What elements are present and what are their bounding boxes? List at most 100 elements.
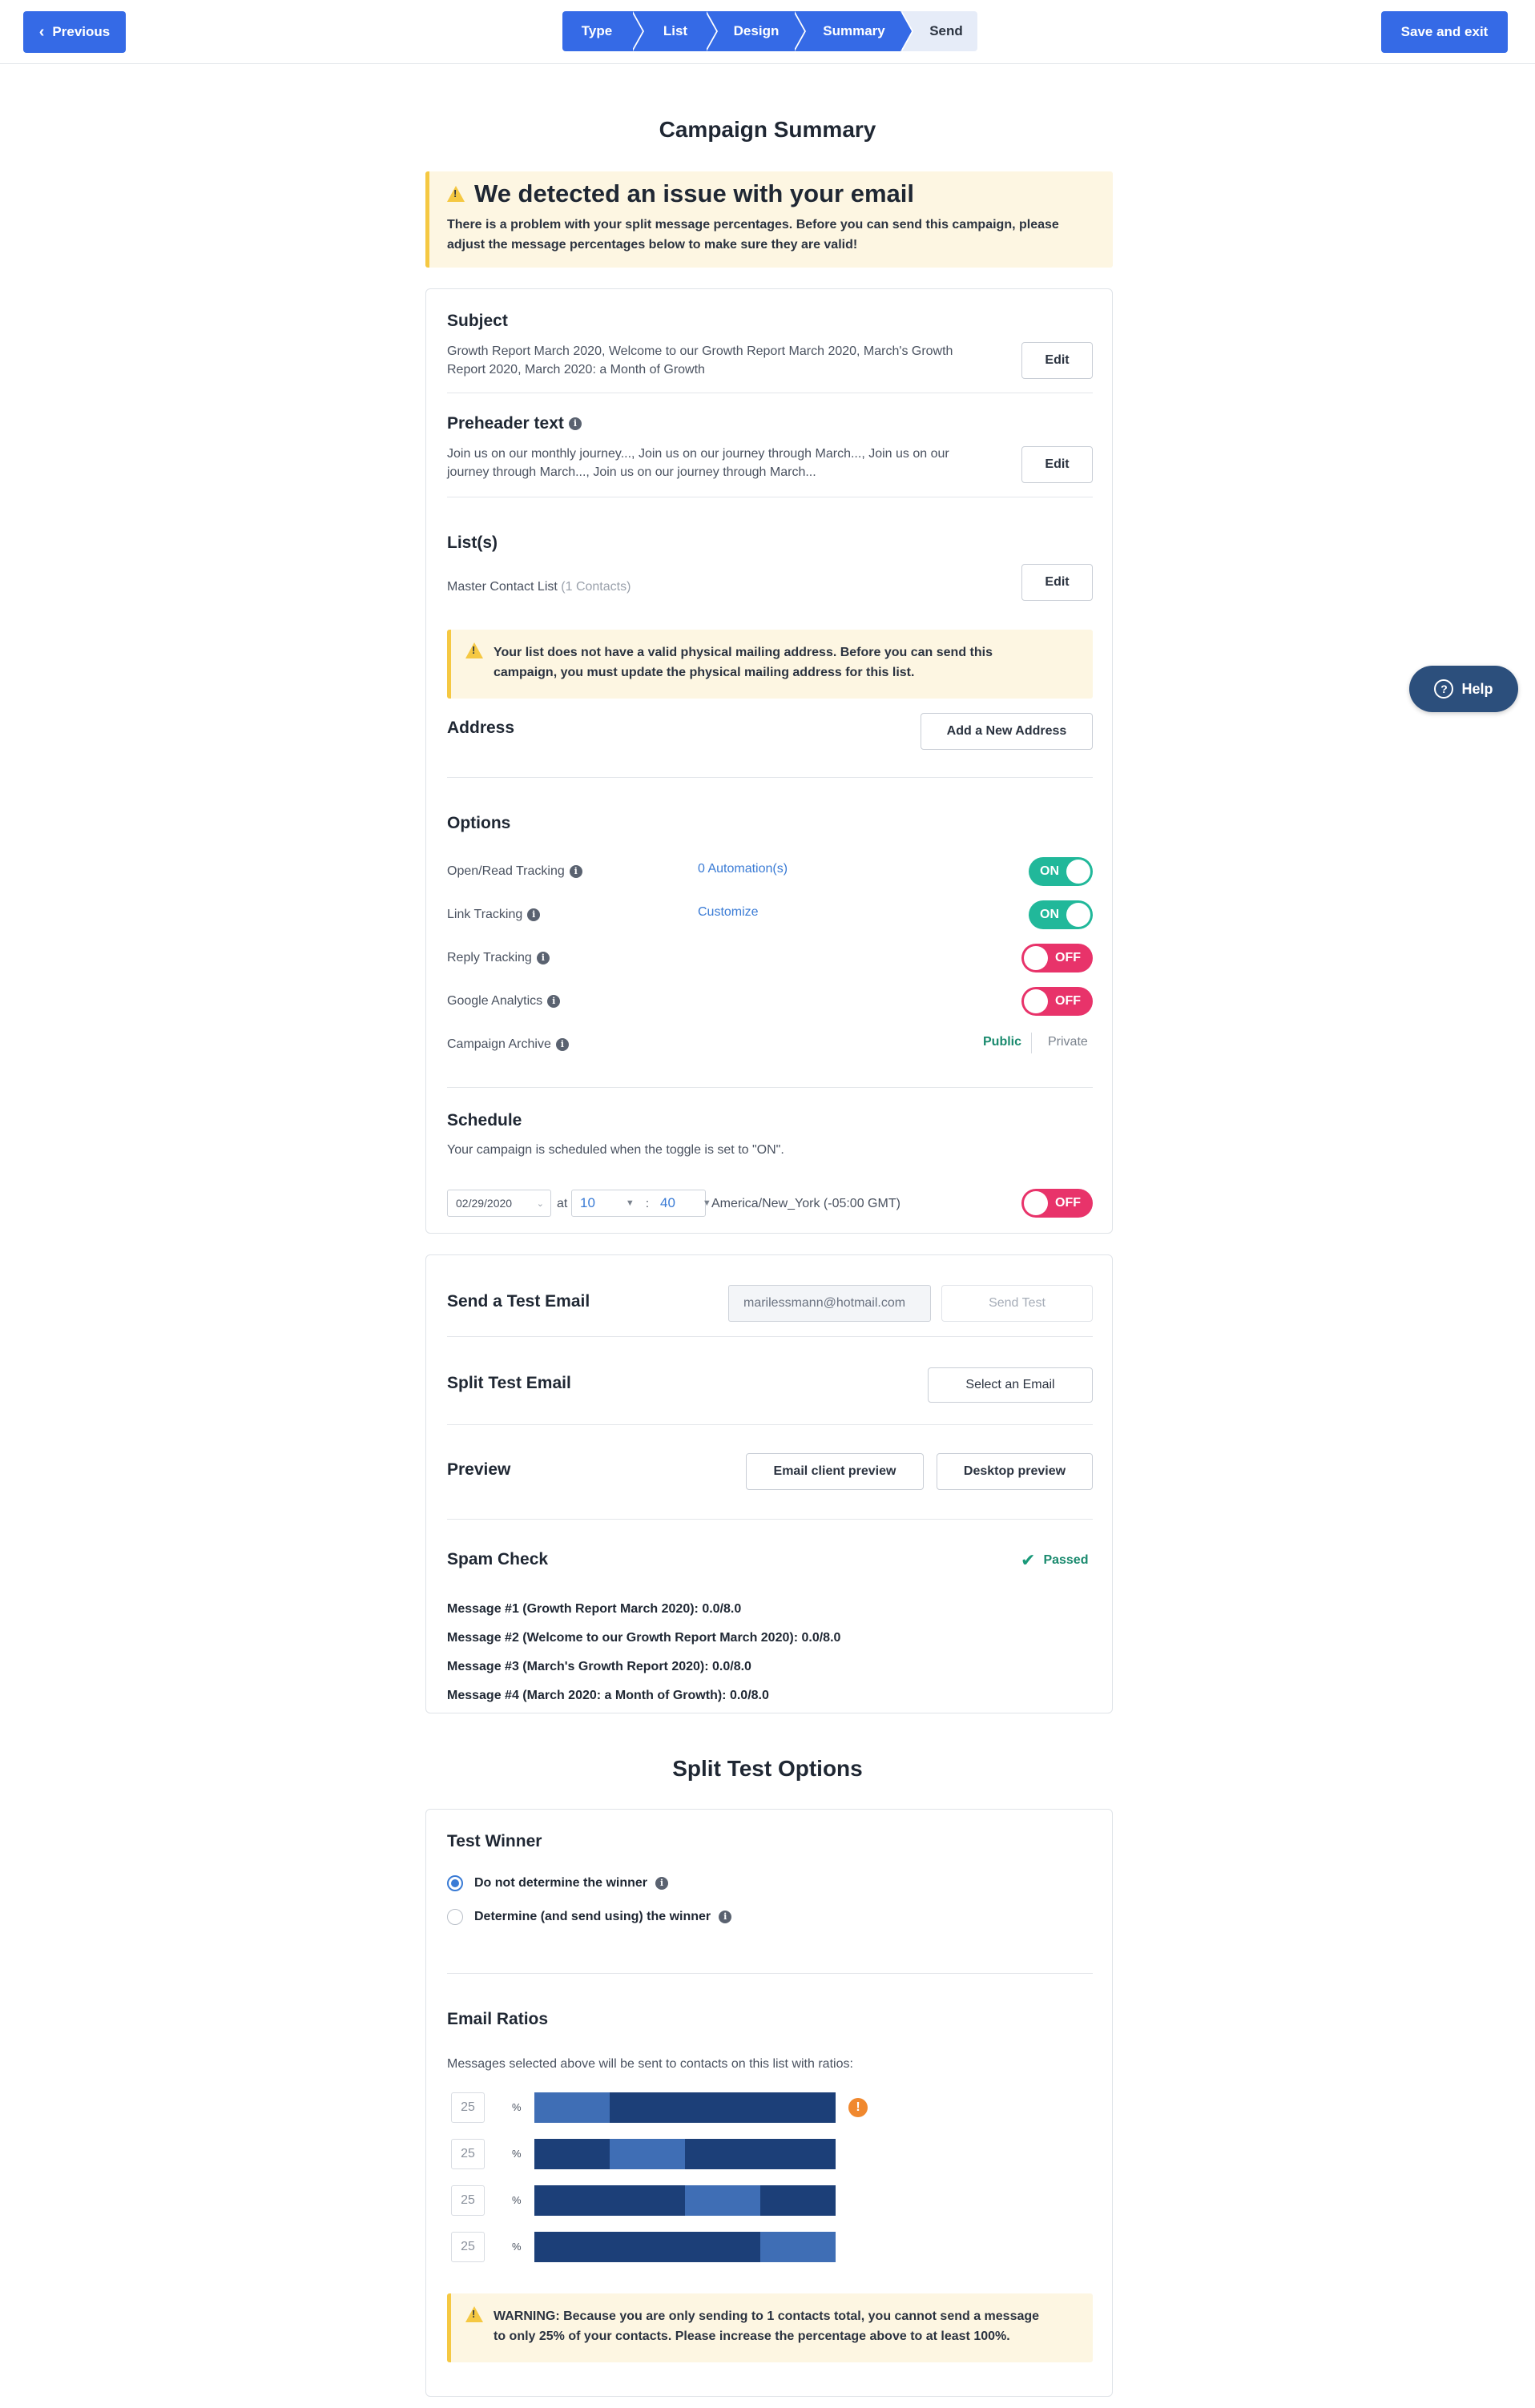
step-design-label: Design [733,23,780,38]
add-new-address-button[interactable]: Add a New Address [921,713,1093,750]
archive-private-option[interactable]: Private [1048,1035,1088,1049]
save-and-exit-button[interactable]: Save and exit [1381,11,1508,53]
time-separator: : [645,1196,649,1210]
test-winner-option-2[interactable]: Determine (and send using) the winner i [447,1909,732,1925]
email-client-preview-button[interactable]: Email client preview [746,1453,924,1490]
schedule-timezone: America/New_York (-05:00 GMT) [711,1197,900,1210]
preheader-line1: Join us on our monthly journey..., Join … [447,447,949,461]
warning-icon [465,642,483,662]
step-summary[interactable]: Summary [793,11,913,51]
issue-alert-body: There is a problem with your split messa… [447,215,1059,255]
percent-sign: % [512,2241,522,2253]
address-label: Address [447,719,515,737]
option-name: Google Analytics [447,994,543,1008]
ratio-bar-segment [685,2185,760,2216]
toggle-knob [1024,946,1048,970]
divider [447,777,1093,778]
issue-alert-line2: adjust the message percentages below to … [447,238,858,252]
previous-button[interactable]: ‹ Previous [23,11,126,53]
ratio-input[interactable]: 25 [451,2185,485,2216]
email-ratios-label: Email Ratios [447,2010,549,2028]
customize-link[interactable]: Customize [698,905,759,920]
option-campaign-archive: Campaign Archive i [447,1035,569,1053]
spam-result-item: Message #2 (Welcome to our Growth Report… [447,1631,841,1645]
info-icon[interactable]: i [568,417,582,431]
preheader-edit-button[interactable]: Edit [1021,446,1093,483]
test-winner-label: Test Winner [447,1832,542,1850]
help-label: Help [1461,680,1493,697]
ratio-warning-text: WARNING: Because you are only sending to… [494,2306,1039,2346]
ratio-bar-segment [610,2139,685,2169]
subject-label: Subject [447,312,508,330]
option-google-analytics: Google Analytics i [447,992,561,1010]
chevron-down-icon: ▼ [702,1198,711,1208]
spam-result-item: Message #3 (March's Growth Report 2020):… [447,1660,751,1673]
step-summary-label: Summary [823,23,885,38]
preheader-line2: journey through March..., Join us on our… [447,465,816,479]
info-icon[interactable]: i [527,908,541,921]
info-icon[interactable]: i [547,994,561,1008]
issue-alert-title: We detected an issue with your email [474,179,914,207]
schedule-time-input[interactable]: 10 ▼ : 40 ▼ [571,1190,711,1217]
toggle-knob [1066,860,1090,884]
toggle-knob [1024,989,1048,1013]
info-icon[interactable]: i [555,1037,569,1051]
preheader-value: Join us on our monthly journey..., Join … [447,445,949,481]
reply-tracking-toggle[interactable]: OFF [1021,944,1093,972]
schedule-minute-value[interactable]: 40 [660,1195,675,1211]
ratio-input[interactable]: 25 [451,2232,485,2262]
lists-edit-button[interactable]: Edit [1021,564,1093,601]
option-name: Open/Read Tracking [447,864,565,878]
divider [447,1973,1093,1974]
email-ratios-description: Messages selected above will be sent to … [447,2057,853,2071]
automations-link[interactable]: 0 Automation(s) [698,862,788,876]
question-icon: ? [1434,679,1454,699]
option-link-tracking: Link Tracking i [447,905,541,924]
send-test-button[interactable]: Send Test [941,1285,1093,1322]
option-name: Campaign Archive [447,1037,551,1051]
ratio-input[interactable]: 25 [451,2092,485,2123]
open-read-tracking-toggle[interactable]: ON [1029,857,1093,886]
divider [447,1336,1093,1337]
percent-sign: % [512,2148,522,2160]
google-analytics-toggle[interactable]: OFF [1021,987,1093,1016]
address-warning-text: Your list does not have a valid physical… [494,642,993,683]
info-icon[interactable]: i [536,951,550,964]
spam-check-label: Spam Check [447,1550,549,1568]
toggle-state: OFF [1055,1196,1081,1210]
subject-edit-button[interactable]: Edit [1021,342,1093,379]
schedule-date-input[interactable]: 02/29/2020 ⌄ [447,1190,551,1217]
schedule-description: Your campaign is scheduled when the togg… [447,1143,784,1157]
address-warning-line1: Your list does not have a valid physical… [494,646,993,659]
radio-unselected[interactable] [447,1909,463,1925]
step-type[interactable]: Type [562,11,644,51]
info-icon[interactable]: i [655,1877,669,1890]
spam-check-results: Message #1 (Growth Report March 2020): 0… [447,1595,840,1710]
divider [447,1519,1093,1520]
toggle-state: OFF [1055,994,1081,1008]
issue-alert: We detected an issue with your email The… [425,171,1113,268]
test-email-input[interactable]: marilessmann@hotmail.com [728,1285,931,1322]
step-design[interactable]: Design [705,11,806,51]
preheader-label: Preheader text [447,414,564,433]
schedule-hour-value[interactable]: 10 [580,1195,595,1211]
spam-check-status: ✔ Passed [1021,1550,1088,1571]
divider [447,1087,1093,1088]
schedule-toggle[interactable]: OFF [1021,1189,1093,1218]
toggle-knob [1066,903,1090,927]
help-button[interactable]: ? Help [1409,666,1518,712]
error-icon[interactable]: ! [848,2098,868,2117]
test-winner-option-1[interactable]: Do not determine the winner i [447,1875,669,1891]
select-an-email-button[interactable]: Select an Email [928,1367,1093,1403]
archive-public-option[interactable]: Public [983,1035,1021,1049]
chevron-left-icon: ‹ [38,22,45,41]
split-test-card: Test Winner Do not determine the winner … [425,1809,1113,2397]
info-icon[interactable]: i [569,864,582,878]
desktop-preview-button[interactable]: Desktop preview [937,1453,1093,1490]
ratio-input[interactable]: 25 [451,2139,485,2169]
radio-selected[interactable] [447,1875,463,1891]
info-icon[interactable]: i [719,1911,732,1923]
link-tracking-toggle[interactable]: ON [1029,900,1093,929]
ratio-bar-segment [760,2232,836,2262]
split-test-options-title: Split Test Options [672,1756,863,1781]
